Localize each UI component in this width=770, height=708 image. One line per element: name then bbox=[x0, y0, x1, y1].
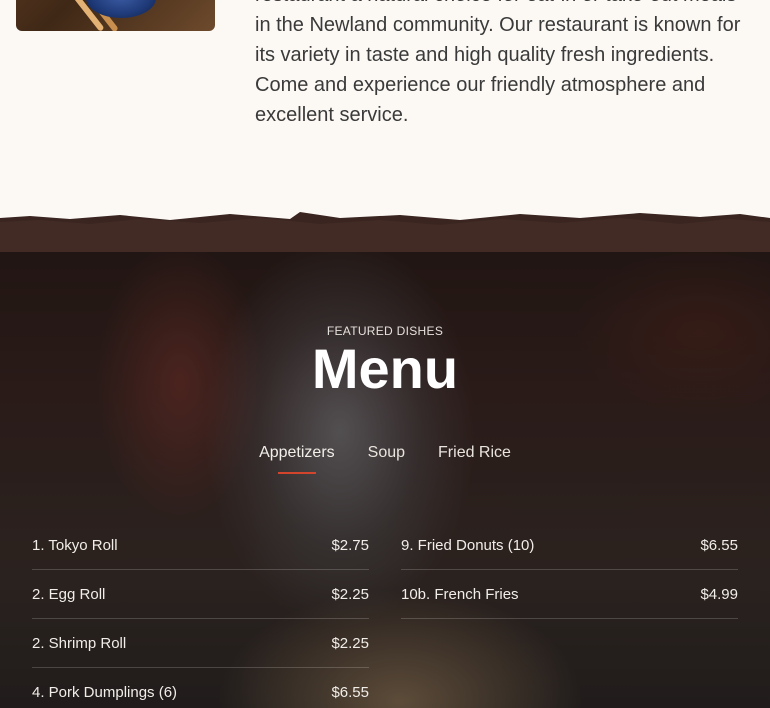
menu-item: 10b. French Fries $4.99 bbox=[401, 570, 738, 619]
menu-column-left: 1. Tokyo Roll $2.75 2. Egg Roll $2.25 2.… bbox=[32, 522, 369, 708]
menu-item: 2. Shrimp Roll $2.25 bbox=[32, 619, 369, 668]
menu-section: FEATURED DISHES Menu Appetizers Soup Fri… bbox=[0, 232, 770, 708]
about-photo bbox=[16, 0, 215, 31]
menu-tabs: Appetizers Soup Fried Rice bbox=[0, 444, 770, 474]
menu-item: 2. Egg Roll $2.25 bbox=[32, 570, 369, 619]
bowl-image bbox=[86, 0, 156, 18]
brush-divider bbox=[0, 212, 770, 252]
menu-eyebrow: FEATURED DISHES bbox=[326, 324, 444, 338]
menu-item-price: $6.55 bbox=[700, 536, 738, 554]
about-text: restaurant a natural choice for eat-in o… bbox=[255, 0, 741, 126]
menu-item-name: 2. Egg Roll bbox=[32, 585, 106, 603]
menu-item-price: $2.25 bbox=[331, 634, 369, 652]
menu-title: Menu bbox=[311, 337, 459, 400]
menu-item-price: $6.55 bbox=[331, 684, 369, 701]
menu-items: 1. Tokyo Roll $2.75 2. Egg Roll $2.25 2.… bbox=[32, 522, 738, 708]
menu-item-name: 9. Fried Donuts (10) bbox=[401, 536, 535, 554]
menu-item-price: $2.25 bbox=[331, 585, 369, 603]
tab-soup[interactable]: Soup bbox=[368, 444, 405, 474]
menu-item: 4. Pork Dumplings (6) $6.55 bbox=[32, 668, 369, 708]
menu-item-price: $4.99 bbox=[700, 585, 738, 603]
menu-item-name: 2. Shrimp Roll bbox=[32, 634, 127, 652]
menu-item: 1. Tokyo Roll $2.75 bbox=[32, 522, 369, 570]
menu-item-name: 10b. French Fries bbox=[401, 585, 519, 603]
tab-label: Soup bbox=[367, 444, 406, 461]
menu-item-price: $2.75 bbox=[331, 536, 369, 554]
menu-item-name: 1. Tokyo Roll bbox=[32, 536, 118, 554]
tab-label: Appetizers bbox=[259, 444, 335, 461]
tab-fried-rice[interactable]: Fried Rice bbox=[438, 444, 511, 474]
tab-label: Fried Rice bbox=[438, 444, 511, 461]
page: restaurant a natural choice for eat-in o… bbox=[0, 0, 770, 708]
menu-item: 9. Fried Donuts (10) $6.55 bbox=[401, 522, 738, 570]
menu-column-right: 9. Fried Donuts (10) $6.55 10b. French F… bbox=[401, 522, 738, 708]
about-section: restaurant a natural choice for eat-in o… bbox=[0, 0, 770, 240]
menu-item-name: 4. Pork Dumplings (6) bbox=[32, 684, 178, 701]
tab-appetizers[interactable]: Appetizers bbox=[259, 444, 335, 474]
active-tab-underline bbox=[277, 472, 316, 474]
